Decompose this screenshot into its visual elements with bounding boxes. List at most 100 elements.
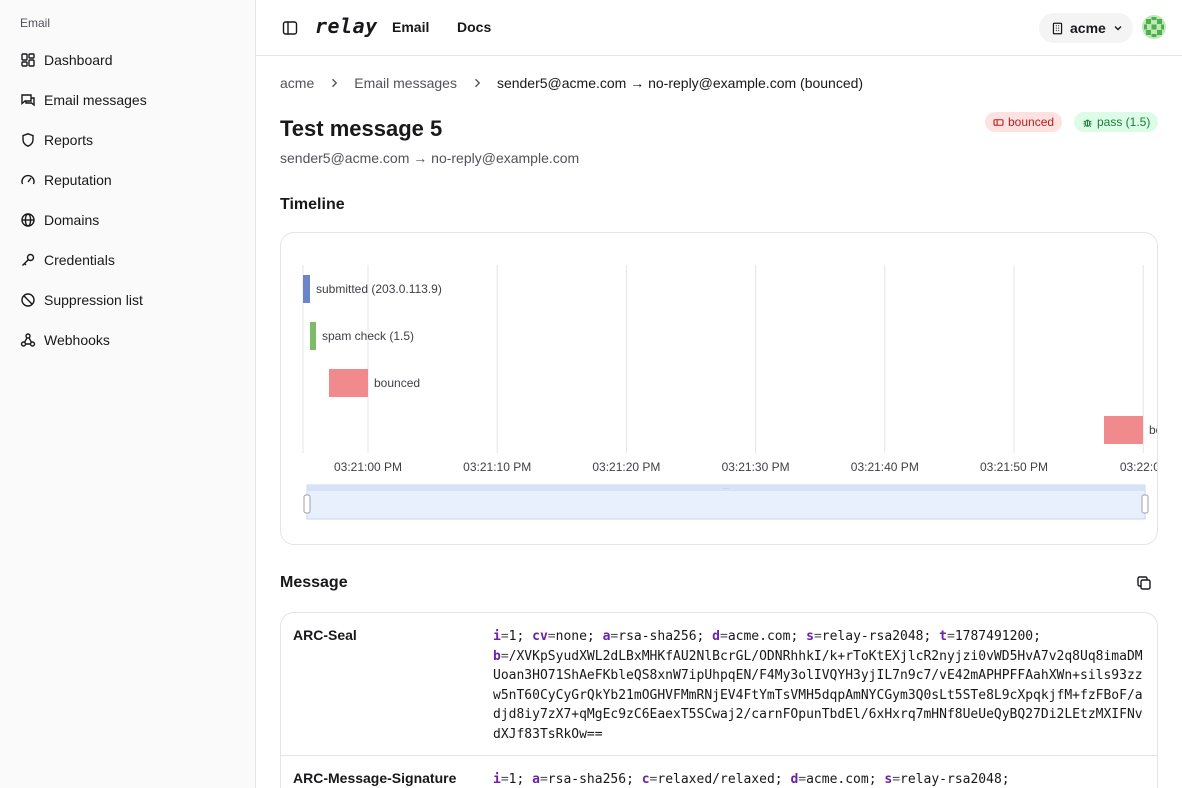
sidebar-item-label: Suppression list [44,292,143,308]
chevron-right-icon [471,77,483,89]
headers-table: ARC-Seal i=1; cv=none; a=rsa-sha256; d=a… [280,612,1158,788]
sidebar-item-label: Credentials [44,252,115,268]
timeline-tick-label: 03:21:30 PM [722,460,790,474]
header-param-key: d [712,629,720,644]
header-value[interactable]: i=1; cv=none; a=rsa-sha256; d=acme.com; … [493,627,1149,744]
breadcrumb-current: sender5@acme.com → no-reply@example.com … [496,75,864,91]
chevron-right-icon [328,77,340,89]
topnav-docs[interactable]: Docs [457,19,491,35]
header-param-value: none; [555,629,595,644]
header-param-value: 1; [508,629,525,644]
status-badge-label: bounced [1008,115,1055,129]
sidebar-item-webhooks[interactable]: Webhooks [0,320,256,360]
sidebar-item-domains[interactable]: Domains [0,200,256,240]
bug-icon [1083,119,1092,127]
sidebar-item-label: Webhooks [44,332,110,348]
timeline-event-label: submitted (203.0.113.9) [316,282,442,296]
header-param-equals: = [798,772,807,787]
top-bar: relay Email Docs acme [256,0,1182,56]
timeline-event-label: spam check (1.5) [322,329,414,343]
timeline-range-handle-right[interactable] [1141,494,1149,514]
header-param-value: rsa-sha256; [618,629,705,644]
timeline-range-grip-icon: ··· [723,486,729,492]
sidebar-item-credentials[interactable]: Credentials [0,240,256,280]
avatar[interactable] [1142,15,1166,39]
app-logo[interactable]: relay [315,14,378,38]
globe-icon [20,212,36,228]
table-row: ARC-Seal i=1; cv=none; a=rsa-sha256; d=a… [281,613,1157,756]
sidebar-group-label: Email [20,16,51,30]
header-param-equals: = [500,648,509,664]
webhook-icon [20,332,36,348]
header-param-value: acme.com; [727,629,799,644]
timeline-event-bar[interactable] [1104,416,1143,444]
header-param-equals: = [547,629,556,644]
header-param-equals: = [813,629,822,644]
timeline-tick-label: 03:22:00 [1120,460,1158,474]
sidebar-item-label: Reports [44,132,94,148]
header-param-key: a [532,772,540,787]
message-from-to: sender5@acme.com → no-reply@example.com [280,150,580,166]
header-param-equals: = [500,629,509,644]
sidebar-item-reputation[interactable]: Reputation [0,160,256,200]
timeline-range-handle-left[interactable] [303,494,311,514]
header-param-equals: = [500,772,509,787]
ticket-icon [993,118,1004,126]
breadcrumb: acme Email messages sender5@acme.com → n… [280,75,863,91]
org-switcher[interactable]: acme [1039,13,1133,43]
header-param-key: b [493,648,501,664]
header-param-key: i [493,772,501,787]
timeline-tick-label: 03:21:10 PM [463,460,531,474]
message-section-title: Message [280,574,348,591]
header-name: ARC-Message-Signature [293,770,457,786]
copy-icon[interactable] [1136,575,1152,591]
org-name: acme [1070,20,1106,36]
header-param-value: 1; [508,772,525,787]
timeline-event-label: bo [1149,423,1158,437]
ban-icon [20,292,36,308]
sidebar-item-email-messages[interactable]: Email messages [0,80,256,120]
sidebar-item-label: Email messages [44,92,147,108]
header-param-key: c [641,772,650,787]
header-param-value: relay-rsa2048; [821,629,932,644]
breadcrumb-org[interactable]: acme [280,75,314,91]
sidebar-item-reports[interactable]: Reports [0,120,256,160]
key-icon [20,252,36,268]
header-param-value: rsa-sha256; [547,772,634,787]
chevron-down-icon [1114,26,1122,31]
topnav-email[interactable]: Email [392,19,429,35]
header-name: ARC-Seal [293,627,357,643]
header-param-value: 1787491200; [954,629,1041,644]
shield-icon [20,132,36,148]
header-param-key: i [493,629,501,644]
timeline-event-bar[interactable] [329,369,368,397]
sidebar-toggle-icon[interactable] [282,20,298,36]
timeline-tick-label: 03:21:40 PM [851,460,919,474]
table-row: ARC-Message-Signature i=1; a=rsa-sha256;… [281,756,1157,788]
header-param-key: t [939,629,947,644]
header-param-value: relay-rsa2048; [900,772,1010,787]
sidebar-item-dashboard[interactable]: Dashboard [0,40,256,80]
timeline-tick-label: 03:21:00 PM [334,460,402,474]
messages-icon [20,92,36,108]
sidebar-item-label: Dashboard [44,52,113,68]
header-param-equals: = [947,629,955,644]
building-icon [1052,22,1063,34]
timeline-chart[interactable]: submitted (203.0.113.9) spam check (1.5) b… [281,233,1158,545]
breadcrumb-email-messages[interactable]: Email messages [354,75,457,91]
sidebar-item-suppression-list[interactable]: Suppression list [0,280,256,320]
header-param-value: relaxed/relaxed; [657,772,783,787]
header-value[interactable]: i=1; a=rsa-sha256; c=relaxed/relaxed; d=… [493,770,1149,788]
page-title: Test message 5 [280,116,443,141]
timeline-event-bar[interactable] [310,322,316,350]
header-param-equals: = [539,772,548,787]
spam-badge-label: pass (1.5) [1097,115,1151,129]
sidebar-item-label: Reputation [44,172,112,188]
timeline-title: Timeline [280,196,345,213]
timeline-event-bar[interactable] [303,275,310,303]
timeline-tick-label: 03:21:50 PM [980,460,1048,474]
sidebar: Email Dashboard Email messages Reports R… [0,0,256,788]
timeline-tick-label: 03:21:20 PM [592,460,660,474]
sidebar-item-label: Domains [44,212,100,228]
header-param-value: /XVKpSyudXWL2dLBxMHKfAU2NlBcrGL/ODNRhhkI… [493,648,1143,742]
